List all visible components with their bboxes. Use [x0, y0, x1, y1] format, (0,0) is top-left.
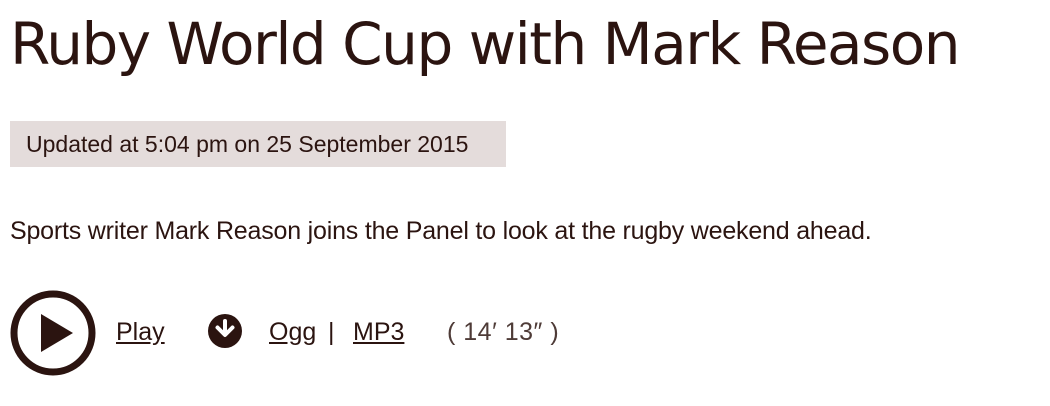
- play-link[interactable]: Play: [116, 312, 165, 352]
- ogg-download-link[interactable]: Ogg: [269, 312, 316, 352]
- download-icon: [208, 314, 242, 348]
- updated-timestamp: Updated at 5:04 pm on 25 September 2015: [10, 121, 506, 167]
- audio-story-page: Ruby World Cup with Mark Reason Updated …: [0, 0, 1050, 406]
- mp3-download-link[interactable]: MP3: [353, 312, 404, 352]
- play-circle-icon[interactable]: [10, 290, 96, 376]
- audio-player: Play Ogg | MP3 ( 14′ 13″ ): [10, 290, 710, 376]
- story-summary: Sports writer Mark Reason joins the Pane…: [10, 217, 872, 245]
- audio-duration: ( 14′ 13″ ): [447, 318, 560, 346]
- download-separator: |: [328, 318, 335, 346]
- page-title: Ruby World Cup with Mark Reason: [10, 10, 961, 78]
